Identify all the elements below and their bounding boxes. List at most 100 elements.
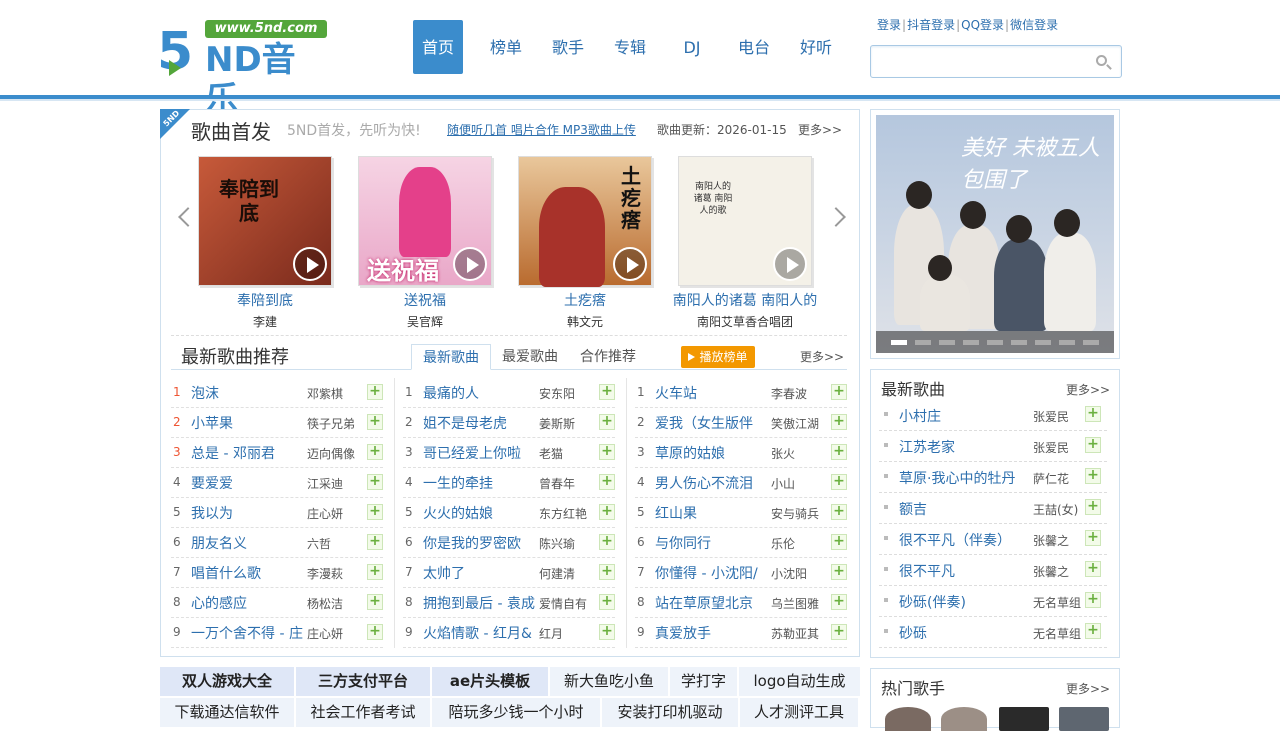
singer-link[interactable]: 陈兴瑜 [539, 535, 595, 552]
add-icon[interactable]: + [367, 594, 383, 610]
play-icon[interactable] [613, 247, 647, 281]
singer-link[interactable]: 萨仁花 [1033, 470, 1069, 487]
ad-link[interactable]: 三方支付平台 [296, 667, 430, 696]
singer-link[interactable]: 李春波 [771, 385, 827, 402]
album-name[interactable]: 土疙瘩 [510, 290, 660, 310]
album-card[interactable]: 送祝福 送祝福 吴官辉 [350, 156, 500, 330]
singer-link[interactable]: 曾春年 [539, 475, 595, 492]
singer-link[interactable]: 安与骑兵 [771, 505, 827, 522]
add-icon[interactable]: + [831, 534, 847, 550]
song-link[interactable]: 真爱放手 [655, 623, 767, 643]
singer-link[interactable]: 张爱民 [1033, 408, 1069, 425]
song-link[interactable]: 额吉 [899, 499, 1029, 519]
song-link[interactable]: 朋友名义 [191, 533, 303, 553]
add-icon[interactable]: + [599, 624, 615, 640]
singer-link[interactable]: 江采迪 [307, 475, 363, 492]
song-link[interactable]: 火火的姑娘 [423, 503, 535, 523]
song-link[interactable]: 小村庄 [899, 406, 1029, 426]
add-icon[interactable]: + [1085, 592, 1101, 608]
song-link[interactable]: 唱首什么歌 [191, 563, 303, 583]
singer-avatar[interactable] [941, 707, 987, 731]
add-icon[interactable]: + [1085, 530, 1101, 546]
singer-link[interactable]: 乌兰图雅 [771, 595, 827, 612]
album-artist[interactable]: 李建 [190, 313, 340, 330]
song-link[interactable]: 小苹果 [191, 413, 303, 433]
add-icon[interactable]: + [1085, 499, 1101, 515]
ad-link[interactable]: logo自动生成 [739, 667, 860, 696]
ad-link[interactable]: 社会工作者考试 [296, 698, 430, 727]
singer-link[interactable]: 小沈阳 [771, 565, 827, 582]
song-link[interactable]: 很不平凡（伴奏） [899, 530, 1029, 550]
latest-more-link[interactable]: 更多>> [1066, 381, 1110, 398]
nav-charts[interactable]: 榜单 [475, 20, 537, 74]
tab-latest-songs[interactable]: 最新歌曲 [411, 344, 491, 370]
add-icon[interactable]: + [367, 504, 383, 520]
add-icon[interactable]: + [831, 444, 847, 460]
singer-link[interactable]: 杨松洁 [307, 595, 363, 612]
singer-avatar[interactable] [999, 707, 1049, 731]
singer-link[interactable]: 老猫 [539, 445, 595, 462]
add-icon[interactable]: + [831, 504, 847, 520]
album-name[interactable]: 南阳人的诸葛 南阳人的 [670, 290, 820, 310]
album-card[interactable]: 土疙瘩 土疙瘩 韩文元 [510, 156, 660, 330]
add-icon[interactable]: + [1085, 406, 1101, 422]
singer-link[interactable]: 笑傲江湖 [771, 415, 827, 432]
carousel-dot[interactable] [1035, 339, 1051, 345]
add-icon[interactable]: + [367, 384, 383, 400]
ad-link[interactable]: 安装打印机驱动 [602, 698, 738, 727]
tab-favorite-songs[interactable]: 最爱歌曲 [491, 344, 569, 370]
singer-link[interactable]: 苏勒亚其 [771, 625, 827, 642]
login-link[interactable]: 登录 [877, 18, 901, 32]
add-icon[interactable]: + [367, 414, 383, 430]
singer-link[interactable]: 何建清 [539, 565, 595, 582]
douyin-login-link[interactable]: 抖音登录 [907, 18, 955, 32]
nav-albums[interactable]: 专辑 [599, 20, 661, 74]
nav-home[interactable]: 首页 [413, 20, 463, 74]
song-link[interactable]: 与你同行 [655, 533, 767, 553]
singer-link[interactable]: 小山 [771, 475, 827, 492]
add-icon[interactable]: + [599, 444, 615, 460]
album-artist[interactable]: 南阳艾草香合唱团 [670, 313, 820, 330]
ad-link[interactable]: 陪玩多少钱一个小时 [432, 698, 600, 727]
album-artist[interactable]: 吴官辉 [350, 313, 500, 330]
singer-link[interactable]: 张馨之 [1033, 563, 1069, 580]
album-name[interactable]: 送祝福 [350, 290, 500, 310]
album-card[interactable]: 奉陪到底 奉陪到底 李建 [190, 156, 340, 330]
add-icon[interactable]: + [831, 594, 847, 610]
song-link[interactable]: 要爱爱 [191, 473, 303, 493]
song-link[interactable]: 太帅了 [423, 563, 535, 583]
add-icon[interactable]: + [1085, 468, 1101, 484]
song-link[interactable]: 草原·我心中的牡丹 [899, 468, 1029, 488]
add-icon[interactable]: + [1085, 561, 1101, 577]
singer-link[interactable]: 乐伦 [771, 535, 827, 552]
album-cover[interactable]: 奉陪到底 [198, 156, 332, 286]
banner-image[interactable]: 美好 未被五人包围了 [876, 115, 1114, 353]
add-icon[interactable]: + [831, 474, 847, 490]
carousel-dot[interactable] [1059, 339, 1075, 345]
album-cover[interactable]: 土疙瘩 [518, 156, 652, 287]
singer-avatar[interactable] [1059, 707, 1109, 731]
add-icon[interactable]: + [599, 564, 615, 580]
album-name[interactable]: 奉陪到底 [190, 290, 340, 310]
add-icon[interactable]: + [599, 414, 615, 430]
song-link[interactable]: 砂砾 [899, 623, 1029, 643]
first-release-links[interactable]: 随便听几首 唱片合作 MP3歌曲上传 [447, 121, 636, 138]
ad-link[interactable]: 新大鱼吃小鱼 [550, 667, 668, 696]
song-link[interactable]: 哥已经爱上你啦 [423, 443, 535, 463]
singer-link[interactable]: 李漫萩 [307, 565, 363, 582]
song-link[interactable]: 我以为 [191, 503, 303, 523]
nav-good[interactable]: 好听 [785, 20, 847, 74]
add-icon[interactable]: + [1085, 437, 1101, 453]
add-icon[interactable]: + [599, 534, 615, 550]
ad-link[interactable]: 学打字 [670, 667, 737, 696]
carousel-dot[interactable] [987, 339, 1003, 345]
play-icon[interactable] [293, 247, 327, 281]
song-link[interactable]: 一万个舍不得 - 庄 [191, 623, 303, 643]
recommend-more-link[interactable]: 更多>> [800, 348, 844, 365]
song-link[interactable]: 爱我（女生版伴 [655, 413, 767, 433]
nav-radio[interactable]: 电台 [723, 20, 785, 74]
first-release-more-link[interactable]: 更多>> [798, 121, 842, 138]
song-link[interactable]: 最痛的人 [423, 383, 535, 403]
singer-link[interactable]: 筷子兄弟 [307, 415, 363, 432]
singer-link[interactable]: 六哲 [307, 535, 363, 552]
